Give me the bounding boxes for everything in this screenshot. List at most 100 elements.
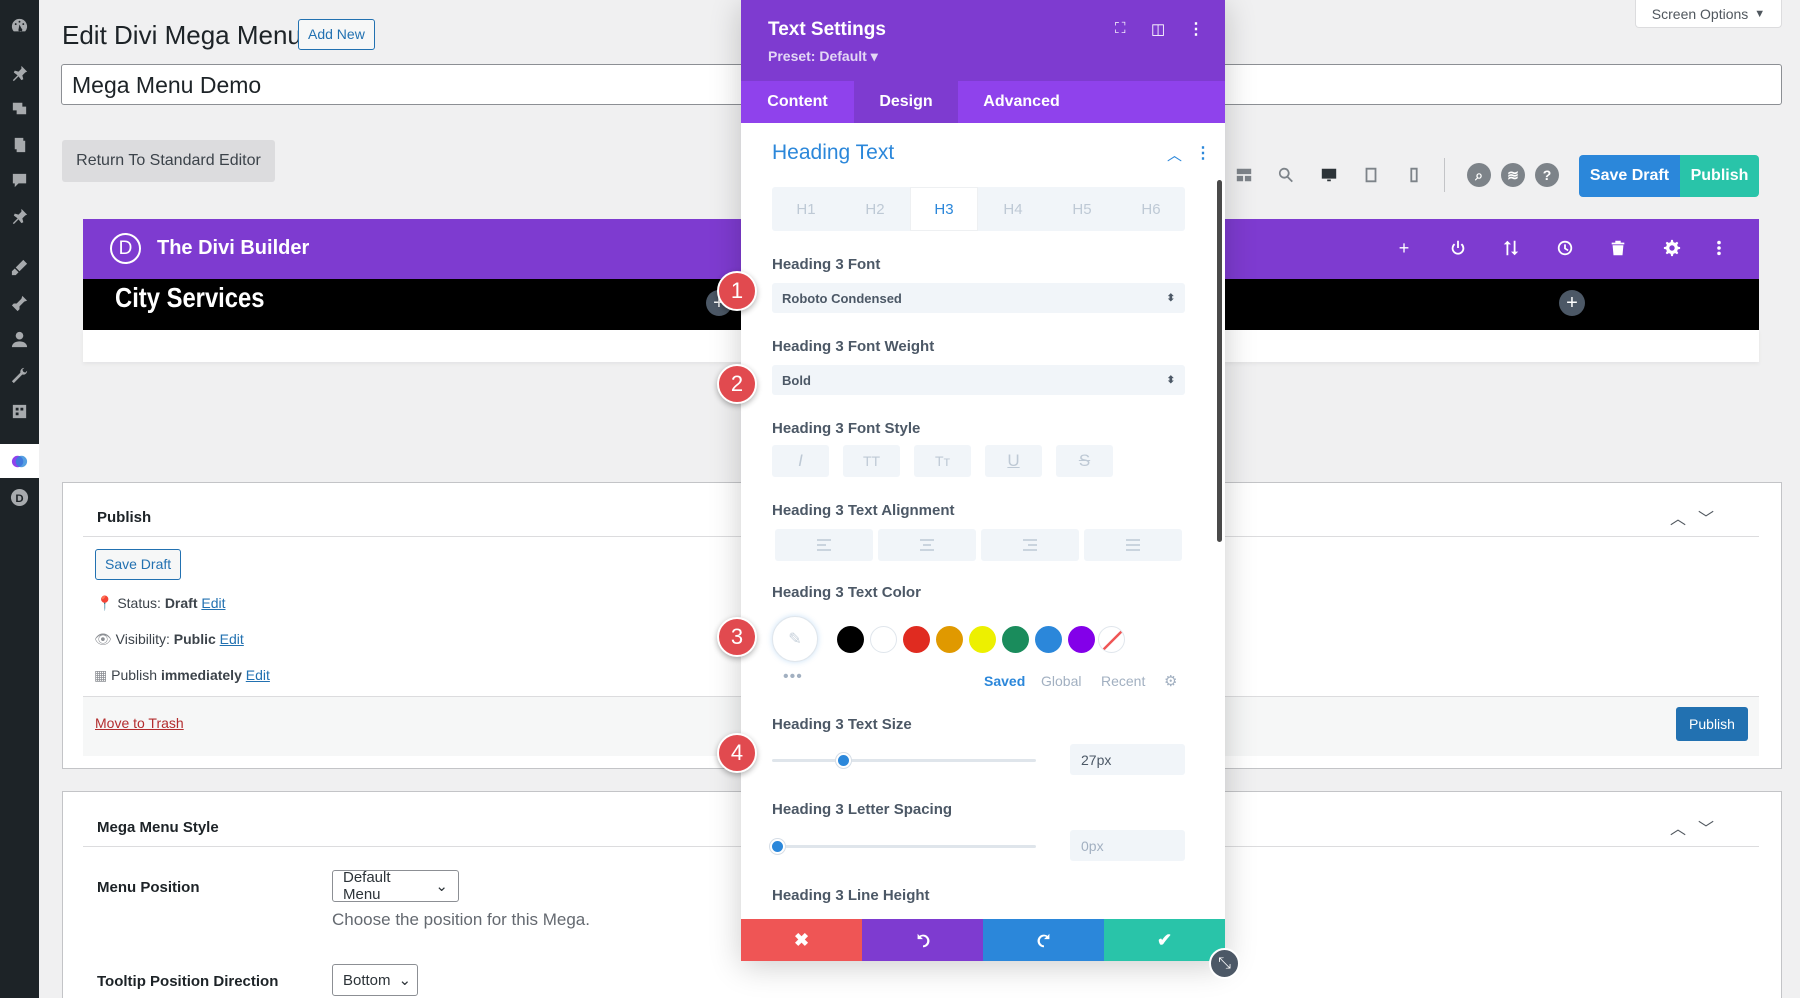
mega-menu-icon[interactable] (8, 450, 30, 472)
tab-h1[interactable]: H1 (772, 187, 840, 231)
save-draft-small-button[interactable]: Save Draft (95, 549, 182, 580)
publish-blue-button[interactable]: Publish (1676, 707, 1748, 741)
visibility-edit-link[interactable]: Edit (220, 631, 244, 647)
collapse-up-icon[interactable]: ︿ (1670, 505, 1686, 529)
power-icon[interactable] (1446, 236, 1470, 260)
tooltip-direction-select[interactable]: Bottom ⌄ (332, 964, 418, 996)
global-colors-tab[interactable]: Global (1041, 673, 1081, 689)
split-view-icon[interactable]: ◫ (1151, 20, 1169, 38)
add-module-icon-2[interactable]: + (1559, 290, 1585, 316)
appearance-icon[interactable] (8, 256, 30, 278)
preset-dropdown[interactable]: Preset: Default ▾ (768, 48, 878, 65)
color-swatch[interactable] (837, 626, 864, 653)
undo-button[interactable] (862, 919, 983, 961)
text-size-slider-knob[interactable] (836, 753, 852, 768)
no-color-swatch[interactable] (1098, 626, 1125, 653)
layers-icon[interactable]: ≋ (1501, 163, 1525, 187)
users-icon[interactable] (8, 328, 30, 350)
tablet-view-icon[interactable] (1359, 163, 1383, 187)
align-left-icon[interactable] (775, 529, 873, 561)
screen-options-button[interactable]: Screen Options ▼ (1635, 0, 1782, 28)
save-draft-button[interactable]: Save Draft (1579, 155, 1680, 197)
layout-icon[interactable] (1232, 163, 1256, 187)
save-settings-button[interactable]: ✔ (1104, 919, 1225, 961)
more-options-icon[interactable] (1707, 236, 1731, 260)
font-select[interactable]: Roboto Condensed ⬍ (772, 283, 1185, 313)
color-swatch[interactable] (936, 626, 963, 653)
collapse-up-icon[interactable]: ︿ (1670, 815, 1686, 839)
add-new-button[interactable]: Add New (298, 19, 375, 50)
desktop-view-icon[interactable] (1317, 163, 1341, 187)
pages-icon[interactable] (8, 133, 30, 155)
recent-colors-tab[interactable]: Recent (1101, 673, 1145, 689)
color-swatch[interactable] (870, 626, 897, 653)
text-size-input[interactable]: 27px (1070, 744, 1185, 775)
menu-position-select[interactable]: Default Menu ⌄ (332, 869, 459, 903)
more-colors-icon[interactable]: ••• (783, 668, 803, 686)
strikethrough-icon[interactable]: S (1056, 445, 1113, 477)
tab-h3[interactable]: H3 (910, 187, 978, 231)
divi-icon[interactable]: D (8, 486, 30, 508)
zoom-icon[interactable] (1274, 163, 1298, 187)
letter-spacing-input[interactable]: 0px (1070, 830, 1185, 861)
uppercase-icon[interactable]: TT (843, 445, 900, 477)
projects-icon[interactable] (8, 205, 30, 227)
comments-icon[interactable] (8, 169, 30, 191)
modal-menu-icon[interactable]: ⋮ (1188, 19, 1204, 39)
color-swatch[interactable] (1068, 626, 1095, 653)
tab-advanced[interactable]: Advanced (958, 81, 1085, 123)
saved-colors-tab[interactable]: Saved (984, 673, 1025, 689)
fullscreen-icon[interactable]: ⛶ (1115, 20, 1133, 38)
italic-icon[interactable]: I (772, 445, 829, 477)
collapse-section-icon[interactable]: ︿ (1167, 144, 1182, 165)
tab-h5[interactable]: H5 (1048, 187, 1116, 231)
status-edit-link[interactable]: Edit (201, 595, 225, 611)
color-swatch[interactable] (1035, 626, 1062, 653)
publish-time-edit-link[interactable]: Edit (246, 667, 270, 683)
resize-handle-icon[interactable]: ⤡ (1209, 948, 1240, 979)
add-icon[interactable]: + (1392, 236, 1416, 260)
color-settings-gear-icon[interactable]: ⚙ (1164, 672, 1177, 690)
tools-icon[interactable] (8, 364, 30, 386)
tab-h6[interactable]: H6 (1117, 187, 1185, 231)
align-center-icon[interactable] (878, 529, 976, 561)
tab-h4[interactable]: H4 (979, 187, 1047, 231)
modal-scrollbar[interactable] (1217, 180, 1222, 542)
publish-button[interactable]: Publish (1680, 155, 1759, 197)
search-icon[interactable]: ⌕ (1467, 163, 1491, 187)
redo-button[interactable] (983, 919, 1104, 961)
font-weight-select[interactable]: Bold ⬍ (772, 365, 1185, 395)
gear-icon[interactable] (1660, 236, 1684, 260)
tab-content[interactable]: Content (741, 81, 854, 123)
plugins-icon[interactable] (8, 292, 30, 314)
letter-spacing-track[interactable] (772, 845, 1036, 848)
text-size-track[interactable] (772, 759, 1036, 762)
pin-icon[interactable] (8, 62, 30, 84)
tab-h2[interactable]: H2 (841, 187, 909, 231)
align-justify-icon[interactable] (1084, 529, 1182, 561)
help-icon[interactable]: ? (1535, 163, 1559, 187)
underline-icon[interactable]: U (985, 445, 1042, 477)
heading-text-section-title[interactable]: Heading Text (772, 141, 894, 165)
color-swatch[interactable] (969, 626, 996, 653)
return-standard-editor-button[interactable]: Return To Standard Editor (62, 140, 275, 182)
tab-design[interactable]: Design (854, 81, 958, 123)
collapse-down-icon[interactable]: ﹀ (1698, 815, 1714, 839)
media-icon[interactable] (8, 97, 30, 119)
phone-view-icon[interactable] (1402, 163, 1426, 187)
move-to-trash-link[interactable]: Move to Trash (95, 715, 184, 731)
collapse-down-icon[interactable]: ﹀ (1698, 505, 1714, 529)
history-icon[interactable] (1553, 236, 1577, 260)
color-swatch[interactable] (903, 626, 930, 653)
capitalize-icon[interactable]: Tт (914, 445, 971, 477)
trash-icon[interactable] (1606, 236, 1630, 260)
discard-button[interactable]: ✖ (741, 919, 862, 961)
color-picker-icon[interactable]: ✎ (772, 616, 818, 662)
color-swatch[interactable] (1002, 626, 1029, 653)
dashboard-icon[interactable] (8, 14, 30, 36)
letter-spacing-slider-knob[interactable] (770, 839, 785, 854)
sort-icon[interactable] (1499, 236, 1523, 260)
settings-icon[interactable] (8, 400, 30, 422)
section-menu-icon[interactable]: ⋮ (1195, 143, 1211, 163)
align-right-icon[interactable] (981, 529, 1079, 561)
